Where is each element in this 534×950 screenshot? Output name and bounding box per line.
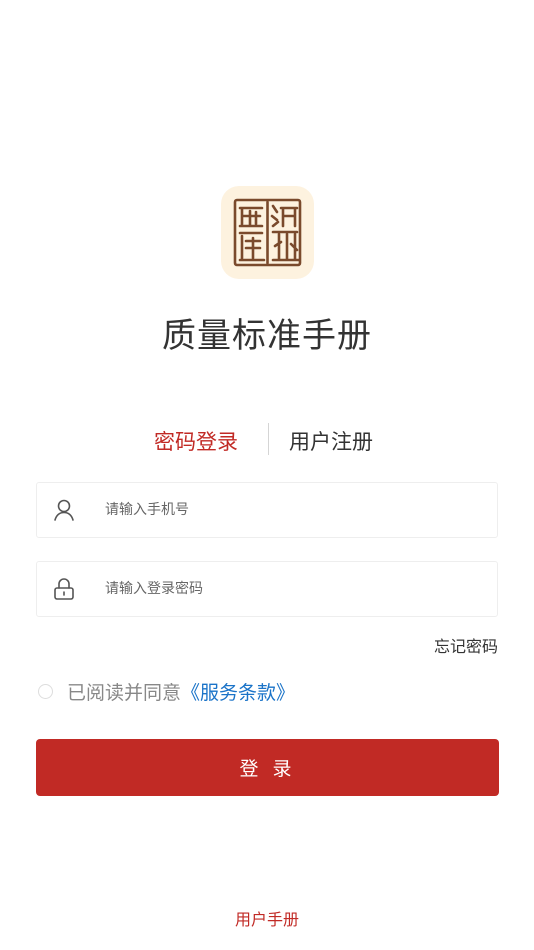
user-icon — [51, 497, 77, 523]
terms-of-service-link[interactable]: 《服务条款》 — [181, 682, 295, 704]
agreement-row: 已阅读并同意《服务条款》 — [38, 678, 458, 706]
lock-icon — [51, 576, 77, 602]
login-tabs: 密码登录 用户注册 — [0, 423, 534, 457]
login-button[interactable]: 登 录 — [36, 739, 499, 796]
tab-password-login[interactable]: 密码登录 — [154, 426, 238, 456]
tab-user-register[interactable]: 用户注册 — [289, 426, 373, 456]
password-input[interactable] — [105, 562, 485, 616]
app-logo — [221, 186, 314, 279]
tab-divider — [268, 423, 269, 455]
seal-stamp-logo-icon — [233, 198, 302, 267]
agreement-checkbox[interactable] — [38, 684, 53, 699]
user-manual-link[interactable]: 用户手册 — [0, 906, 534, 930]
agreement-label: 已阅读并同意 — [67, 682, 182, 704]
phone-input[interactable] — [105, 483, 485, 537]
agreement-text: 已阅读并同意《服务条款》 — [67, 678, 295, 705]
password-field[interactable] — [36, 561, 498, 617]
app-title: 质量标准手册 — [162, 316, 372, 356]
forgot-password-link[interactable]: 忘记密码 — [434, 633, 498, 657]
phone-field[interactable] — [36, 482, 498, 538]
